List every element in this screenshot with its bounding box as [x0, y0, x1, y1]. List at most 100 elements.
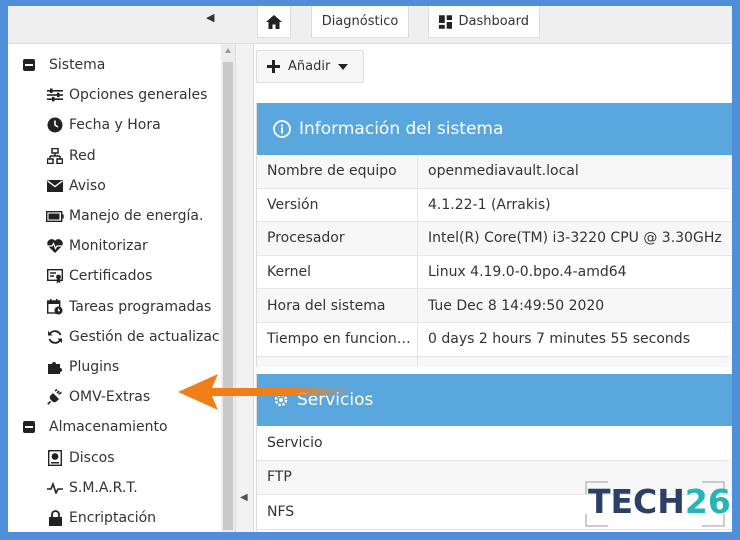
- system-info-panel: Información del sistema Nombre de equipo…: [256, 103, 732, 367]
- row-value: 4.1.22-1 (Arrakis): [428, 196, 551, 213]
- plus-icon: [267, 60, 280, 73]
- row-key: Nombre de equipo: [257, 155, 418, 188]
- sidebar-section-label: Sistema: [49, 57, 106, 74]
- sidebar-item-smart[interactable]: S.M.A.R.T.: [10, 473, 222, 503]
- clock-icon: [46, 117, 64, 133]
- dashboard-button[interactable]: Dashboard: [428, 6, 540, 38]
- plug-icon: [46, 389, 64, 405]
- sidebar-item-opciones-generales[interactable]: Opciones generales: [10, 80, 222, 110]
- caret-down-icon: [338, 63, 349, 70]
- certificate-icon: [46, 268, 64, 284]
- table-row: Tiempo en funcion… 0 days 2 hours 7 minut…: [257, 322, 732, 357]
- row-value: 0 days 2 hours 7 minutes 55 seconds: [428, 331, 690, 348]
- watermark-logo: TECH260: [584, 480, 732, 528]
- sidebar-splitter[interactable]: ◀: [236, 44, 254, 532]
- sidebar: Sistema Opciones generales Fecha y Hora …: [10, 44, 236, 532]
- row-key: [257, 356, 418, 367]
- table-row: Kernel Linux 4.19.0-0.bpo.4-amd64: [257, 255, 732, 290]
- table-row: [257, 356, 732, 367]
- sidebar-item-label: Monitorizar: [69, 238, 148, 255]
- table-row: Nombre de equipo openmediavault.local: [257, 155, 732, 189]
- sidebar-item-label: Certificados: [69, 268, 153, 285]
- dashboard-label: Dashboard: [458, 14, 529, 29]
- sidebar-item-discos[interactable]: Discos: [10, 442, 222, 472]
- row-value: Intel(R) Core(TM) i3-3220 CPU @ 3.30GHz: [428, 230, 722, 247]
- sidebar-tree: Sistema Opciones generales Fecha y Hora …: [10, 50, 222, 532]
- row-key: Procesador: [257, 222, 418, 255]
- sidebar-item-label: Opciones generales: [69, 87, 208, 104]
- sidebar-item-fecha-hora[interactable]: Fecha y Hora: [10, 110, 222, 140]
- collapse-icon[interactable]: [20, 419, 38, 435]
- sidebar-item-tareas-programadas[interactable]: Tareas programadas: [10, 292, 222, 322]
- system-info-header[interactable]: Información del sistema: [257, 103, 732, 155]
- home-icon: [266, 14, 282, 29]
- heartbeat-icon: [46, 238, 64, 254]
- disk-icon: [46, 449, 64, 466]
- sidebar-item-aviso[interactable]: Aviso: [10, 171, 222, 201]
- calendar-clock-icon: [46, 298, 64, 315]
- row-value: openmediavault.local: [428, 163, 579, 180]
- diagnostics-label: Diagnóstico: [321, 14, 399, 29]
- row-key: Versión: [257, 188, 418, 222]
- sidebar-item-monitorizar[interactable]: Monitorizar: [10, 231, 222, 261]
- dashboard-icon: [439, 14, 453, 29]
- add-button-label: Añadir: [288, 59, 331, 74]
- sidebar-item-red[interactable]: Red: [10, 141, 222, 171]
- sidebar-item-manejo-energia[interactable]: Manejo de energía.: [10, 201, 222, 231]
- row-key: Hora del sistema: [257, 289, 418, 322]
- pulse-icon: [46, 480, 64, 496]
- sidebar-item-label: Manejo de energía.: [69, 208, 204, 225]
- main-content: Añadir Información del sistema Nombre de…: [254, 44, 732, 532]
- sidebar-item-label: Gestión de actualizacio: [69, 328, 222, 345]
- sidebar-section-sistema[interactable]: Sistema: [10, 50, 222, 80]
- service-name: NFS: [267, 503, 295, 520]
- row-key: Tiempo en funcion…: [257, 322, 418, 356]
- row-value: Tue Dec 8 14:49:50 2020: [428, 297, 605, 314]
- sidebar-item-certificados[interactable]: Certificados: [10, 261, 222, 291]
- row-value: Linux 4.19.0-0.bpo.4-amd64: [428, 264, 627, 281]
- network-icon: [46, 147, 64, 164]
- sidebar-scrollbar[interactable]: [221, 44, 235, 532]
- system-info-table: Nombre de equipo openmediavault.local Ver…: [257, 155, 732, 367]
- scrollbar-thumb[interactable]: [223, 62, 233, 530]
- add-button[interactable]: Añadir: [256, 50, 364, 83]
- battery-icon: [46, 208, 64, 224]
- puzzle-icon: [46, 359, 64, 375]
- info-icon: [273, 120, 291, 138]
- service-name: FTP: [267, 469, 292, 486]
- splitter-collapse-icon[interactable]: ◀: [240, 492, 248, 503]
- app-window: ◀ Diagnóstico Dashboard Sistema Opciones…: [8, 6, 732, 532]
- table-row: Procesador Intel(R) Core(TM) i3-3220 CPU …: [257, 222, 732, 256]
- refresh-icon: [46, 329, 64, 345]
- collapse-sidebar-icon[interactable]: ◀: [206, 11, 214, 24]
- sliders-icon: [46, 87, 64, 103]
- sidebar-item-gestion-actualizaciones[interactable]: Gestión de actualizacio: [10, 322, 222, 352]
- annotation-arrow: [178, 374, 352, 410]
- collapse-icon[interactable]: [20, 57, 38, 73]
- sidebar-item-label: Discos: [69, 449, 115, 466]
- lock-icon: [46, 510, 64, 526]
- column-header-servicio[interactable]: Servicio: [257, 426, 732, 461]
- home-button[interactable]: [257, 6, 291, 38]
- column-header-label: Servicio: [267, 434, 323, 451]
- top-toolbar: ◀ Diagnóstico Dashboard: [8, 6, 732, 44]
- table-row: Hora del sistema Tue Dec 8 14:49:50 2020: [257, 289, 732, 323]
- sidebar-item-label: Fecha y Hora: [69, 117, 161, 134]
- sidebar-item-label: Plugins: [69, 358, 120, 375]
- table-row: Versión 4.1.22-1 (Arrakis): [257, 188, 732, 223]
- envelope-icon: [46, 178, 64, 194]
- sidebar-item-encriptacion[interactable]: Encriptación: [10, 503, 222, 532]
- sidebar-item-label: Aviso: [69, 177, 106, 194]
- sidebar-item-label: Red: [69, 147, 96, 164]
- diagnostics-button[interactable]: Diagnóstico: [311, 6, 409, 38]
- sidebar-section-almacenamiento[interactable]: Almacenamiento: [10, 412, 222, 442]
- sidebar-item-label: Encriptación: [69, 509, 157, 526]
- sidebar-item-label: OMV-Extras: [69, 389, 151, 406]
- row-key: Kernel: [257, 255, 418, 289]
- scroll-up-icon[interactable]: [225, 48, 231, 53]
- sidebar-item-label: S.M.A.R.T.: [69, 479, 138, 496]
- panel-title: Información del sistema: [299, 119, 504, 139]
- logo-text: TECH260: [588, 482, 732, 521]
- sidebar-item-label: Tareas programadas: [69, 298, 212, 315]
- sidebar-section-label: Almacenamiento: [49, 419, 168, 436]
